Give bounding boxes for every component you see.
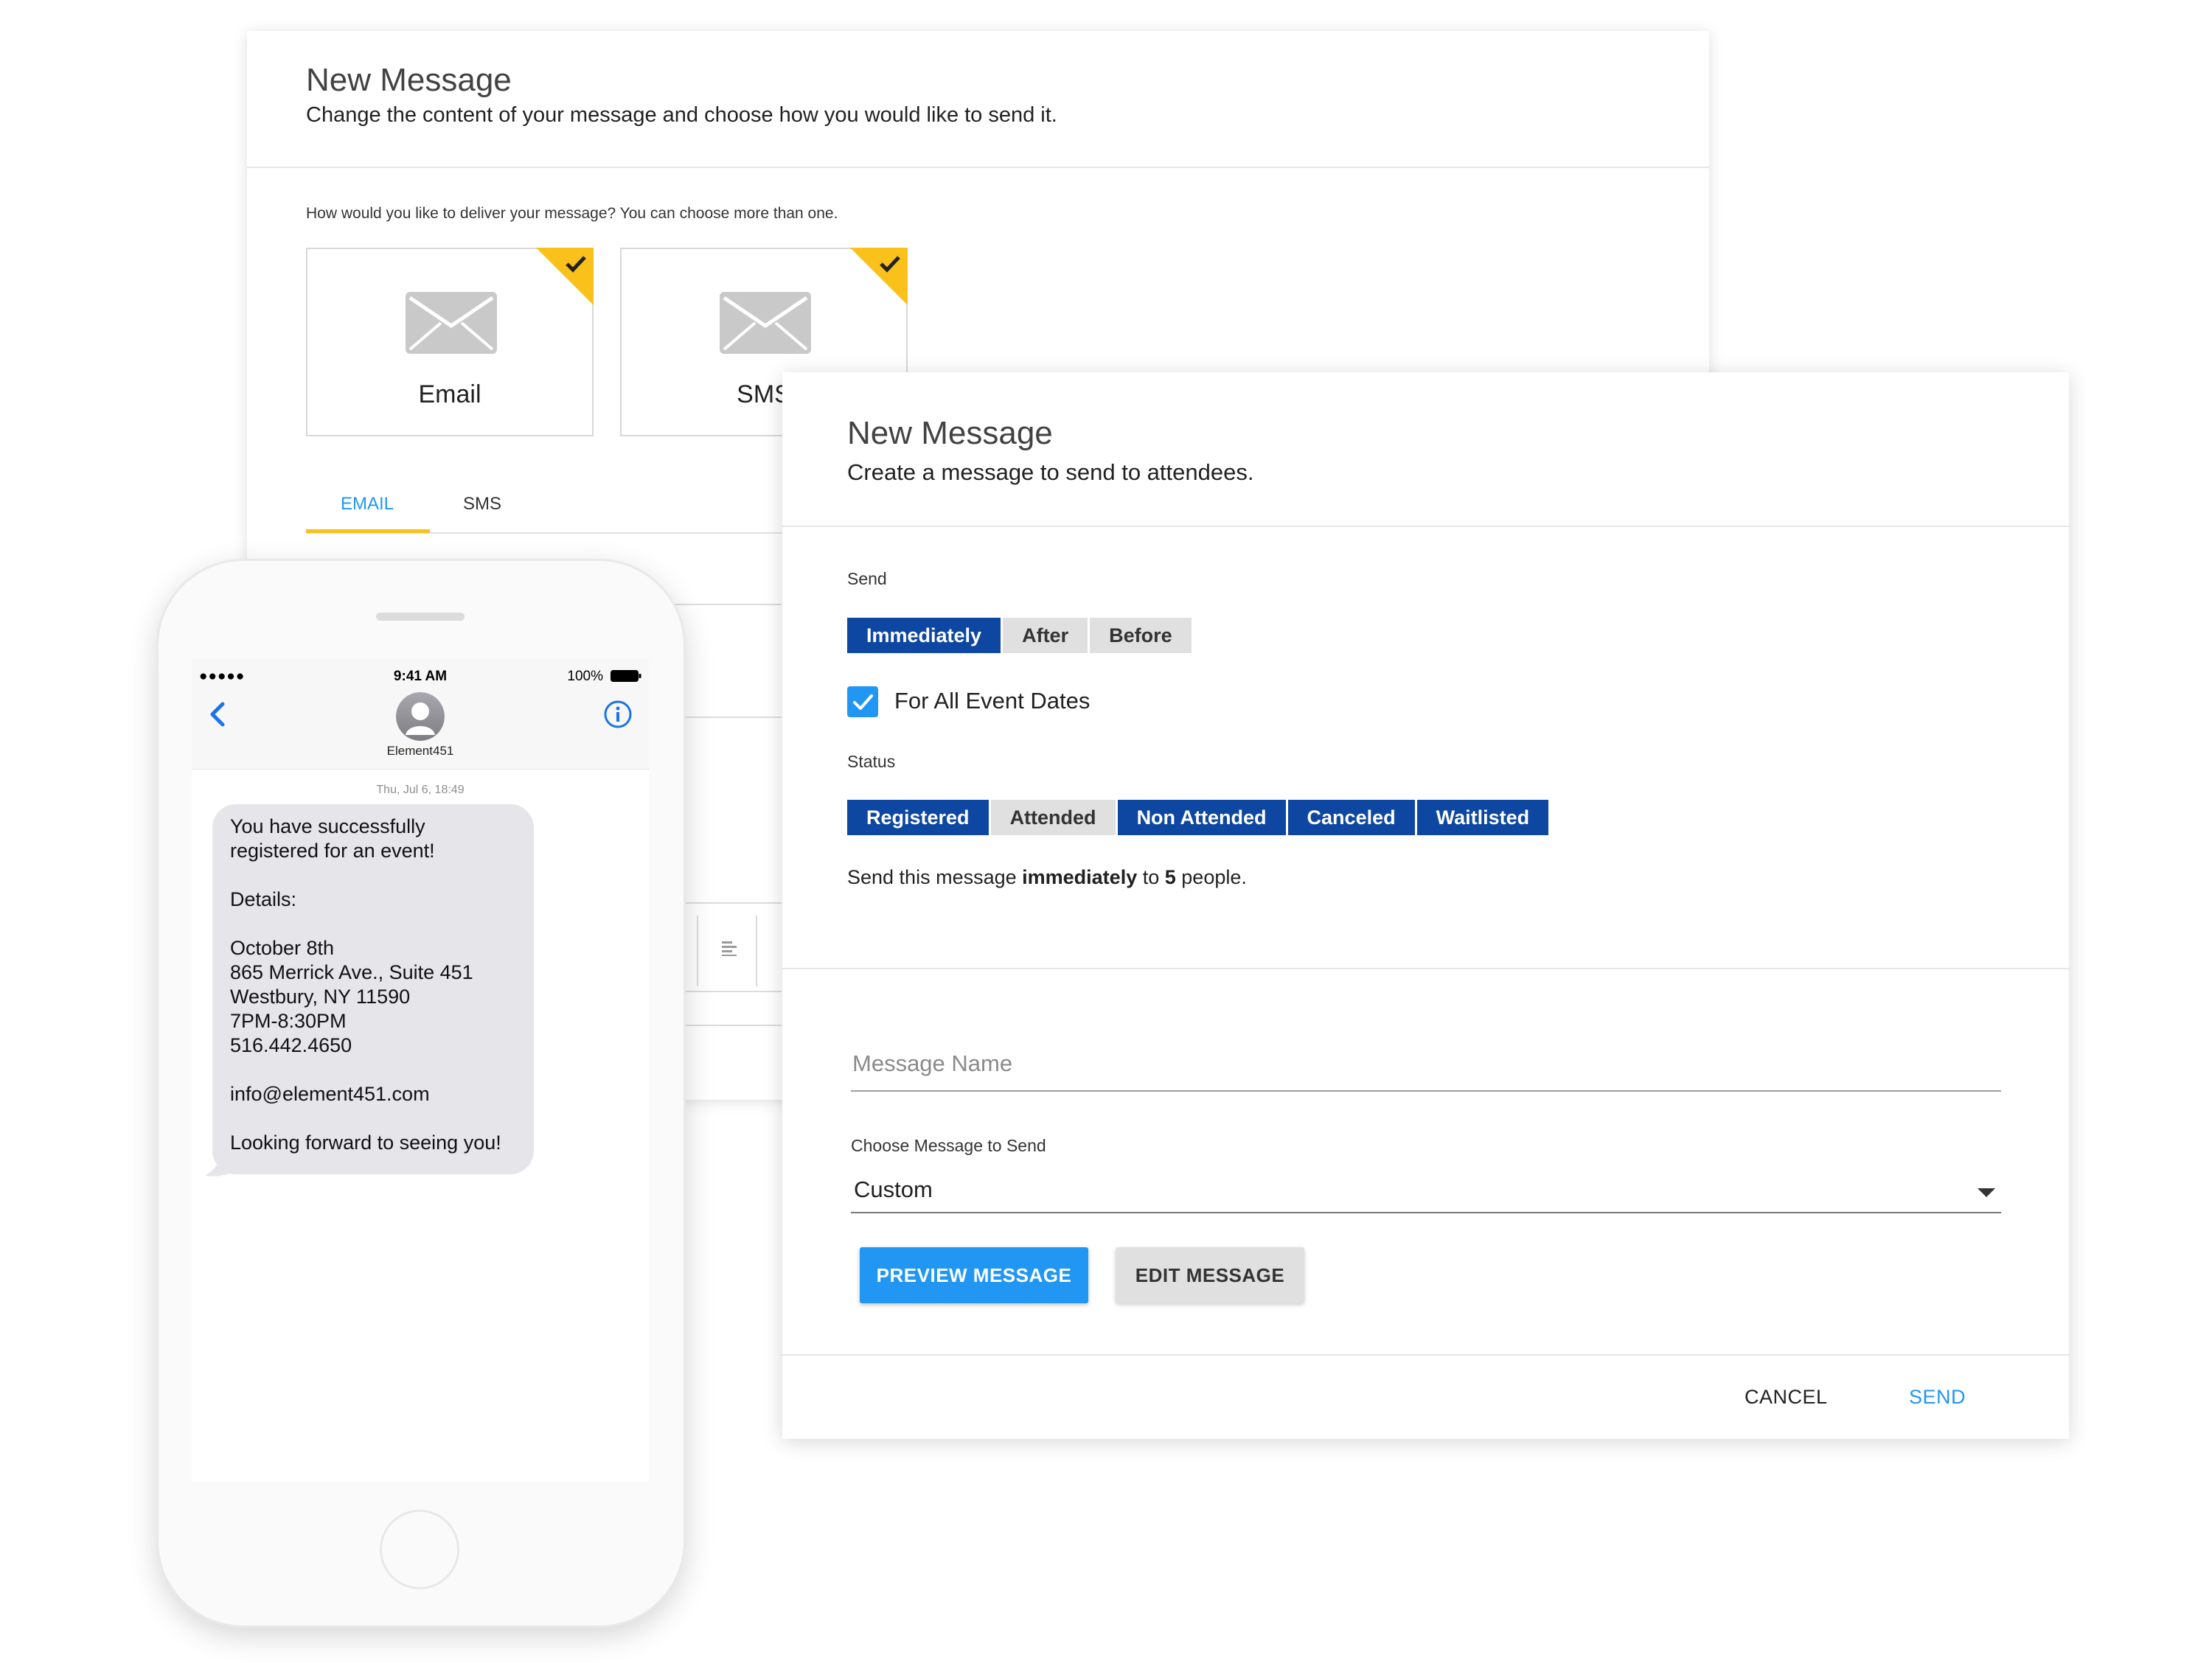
editor-toolbar-rule xyxy=(671,991,782,992)
header-divider xyxy=(782,526,2069,527)
message-line: Westbury, NY 11590 xyxy=(230,986,411,1008)
message-line: info@element451.com xyxy=(230,1083,430,1105)
send-timing-toggle: Immediately After Before xyxy=(847,618,1192,653)
back-chevron-icon[interactable] xyxy=(208,700,227,729)
tab-sms[interactable]: SMS xyxy=(463,494,501,515)
message-line: 516.442.4650 xyxy=(230,1034,352,1056)
tab-email[interactable]: EMAIL xyxy=(341,494,394,515)
phone-screen: ●●●●● 9:41 AM 100% Element451 Thu, Jul 6… xyxy=(192,658,649,1482)
align-icon[interactable] xyxy=(720,939,738,957)
messages-header: ●●●●● 9:41 AM 100% Element451 xyxy=(192,658,649,770)
message-name-input[interactable] xyxy=(851,1050,2003,1077)
status-filter-toggle: Registered Attended Non Attended Cancele… xyxy=(847,800,1549,835)
edit-message-button[interactable]: EDIT MESSAGE xyxy=(1116,1247,1304,1303)
send-button[interactable]: SEND xyxy=(1909,1386,1966,1409)
editor-body-rule xyxy=(671,1025,782,1026)
home-button[interactable] xyxy=(380,1510,459,1589)
sms-message-bubble: You have successfully registered for an … xyxy=(212,804,534,1174)
field-underline xyxy=(671,604,782,605)
status-label: Status xyxy=(847,752,896,771)
footer-divider xyxy=(782,1354,2069,1356)
envelope-icon xyxy=(406,292,497,354)
editor-toolbar-separator xyxy=(697,916,698,986)
message-line: 865 Merrick Ave., Suite 451 xyxy=(230,961,473,983)
editor-toolbar-separator xyxy=(756,916,757,986)
dropdown-arrow-icon xyxy=(1978,1188,1995,1197)
choose-message-value: Custom xyxy=(854,1176,933,1202)
message-timestamp: Thu, Jul 6, 18:49 xyxy=(376,784,465,796)
envelope-icon xyxy=(720,292,811,354)
status-option-canceled[interactable]: Canceled xyxy=(1287,800,1415,835)
dialog-subtitle: Create a message to send to attendees. xyxy=(847,459,1254,485)
contact-avatar-icon[interactable] xyxy=(396,692,445,741)
send-option-immediately[interactable]: Immediately xyxy=(847,618,1001,653)
preview-message-button[interactable]: PREVIEW MESSAGE xyxy=(860,1247,1088,1303)
phone-speaker xyxy=(376,613,465,621)
dialog-title: New Message xyxy=(847,415,1053,451)
status-option-waitlisted[interactable]: Waitlisted xyxy=(1416,800,1549,835)
all-dates-label[interactable]: For All Event Dates xyxy=(894,688,1090,714)
choose-message-label: Choose Message to Send xyxy=(851,1136,1046,1155)
delivery-option-email[interactable]: Email xyxy=(306,248,594,436)
message-line: Details: xyxy=(230,888,297,910)
status-option-non-attended[interactable]: Non Attended xyxy=(1117,800,1286,835)
battery-icon xyxy=(611,670,641,682)
info-icon[interactable] xyxy=(603,700,633,729)
active-tab-indicator xyxy=(306,529,430,533)
send-summary: Send this message immediately to 5 peopl… xyxy=(847,866,1247,888)
back-card-subtitle: Change the content of your message and c… xyxy=(306,103,1057,127)
section-divider xyxy=(782,968,2069,969)
summary-timing: immediately xyxy=(1022,866,1138,888)
new-message-dialog: New Message Create a message to send to … xyxy=(782,372,2069,1439)
phone-mockup: ●●●●● 9:41 AM 100% Element451 Thu, Jul 6… xyxy=(156,559,686,1628)
selected-check-icon xyxy=(536,248,594,305)
cancel-button[interactable]: CANCEL xyxy=(1745,1386,1828,1409)
send-option-before[interactable]: Before xyxy=(1090,618,1192,653)
message-line: 7PM-8:30PM xyxy=(230,1010,347,1032)
status-option-attended[interactable]: Attended xyxy=(990,800,1116,835)
message-name-field xyxy=(851,1050,2003,1092)
message-line: October 8th xyxy=(230,937,335,959)
delivery-option-label: Email xyxy=(418,380,481,408)
status-option-registered[interactable]: Registered xyxy=(847,800,989,835)
editor-toolbar-rule xyxy=(671,902,782,904)
summary-count: 5 xyxy=(1164,866,1176,888)
message-line: registered for an event! xyxy=(230,840,435,862)
send-label: Send xyxy=(847,569,887,588)
battery-percent: 100% xyxy=(567,669,603,684)
field-underline xyxy=(671,717,782,718)
all-dates-checkbox[interactable] xyxy=(847,686,878,717)
send-option-after[interactable]: After xyxy=(1003,618,1088,653)
checkmark-icon xyxy=(853,694,873,710)
contact-name: Element451 xyxy=(386,744,454,758)
back-card-divider xyxy=(247,167,1709,168)
selected-check-icon xyxy=(850,248,908,305)
delivery-question: How would you like to deliver your messa… xyxy=(306,205,838,222)
choose-message-select[interactable]: Custom xyxy=(851,1172,2001,1213)
message-line: You have successfully xyxy=(230,815,425,837)
message-line: Looking forward to seeing you! xyxy=(230,1132,501,1154)
back-card-title: New Message xyxy=(306,62,512,98)
